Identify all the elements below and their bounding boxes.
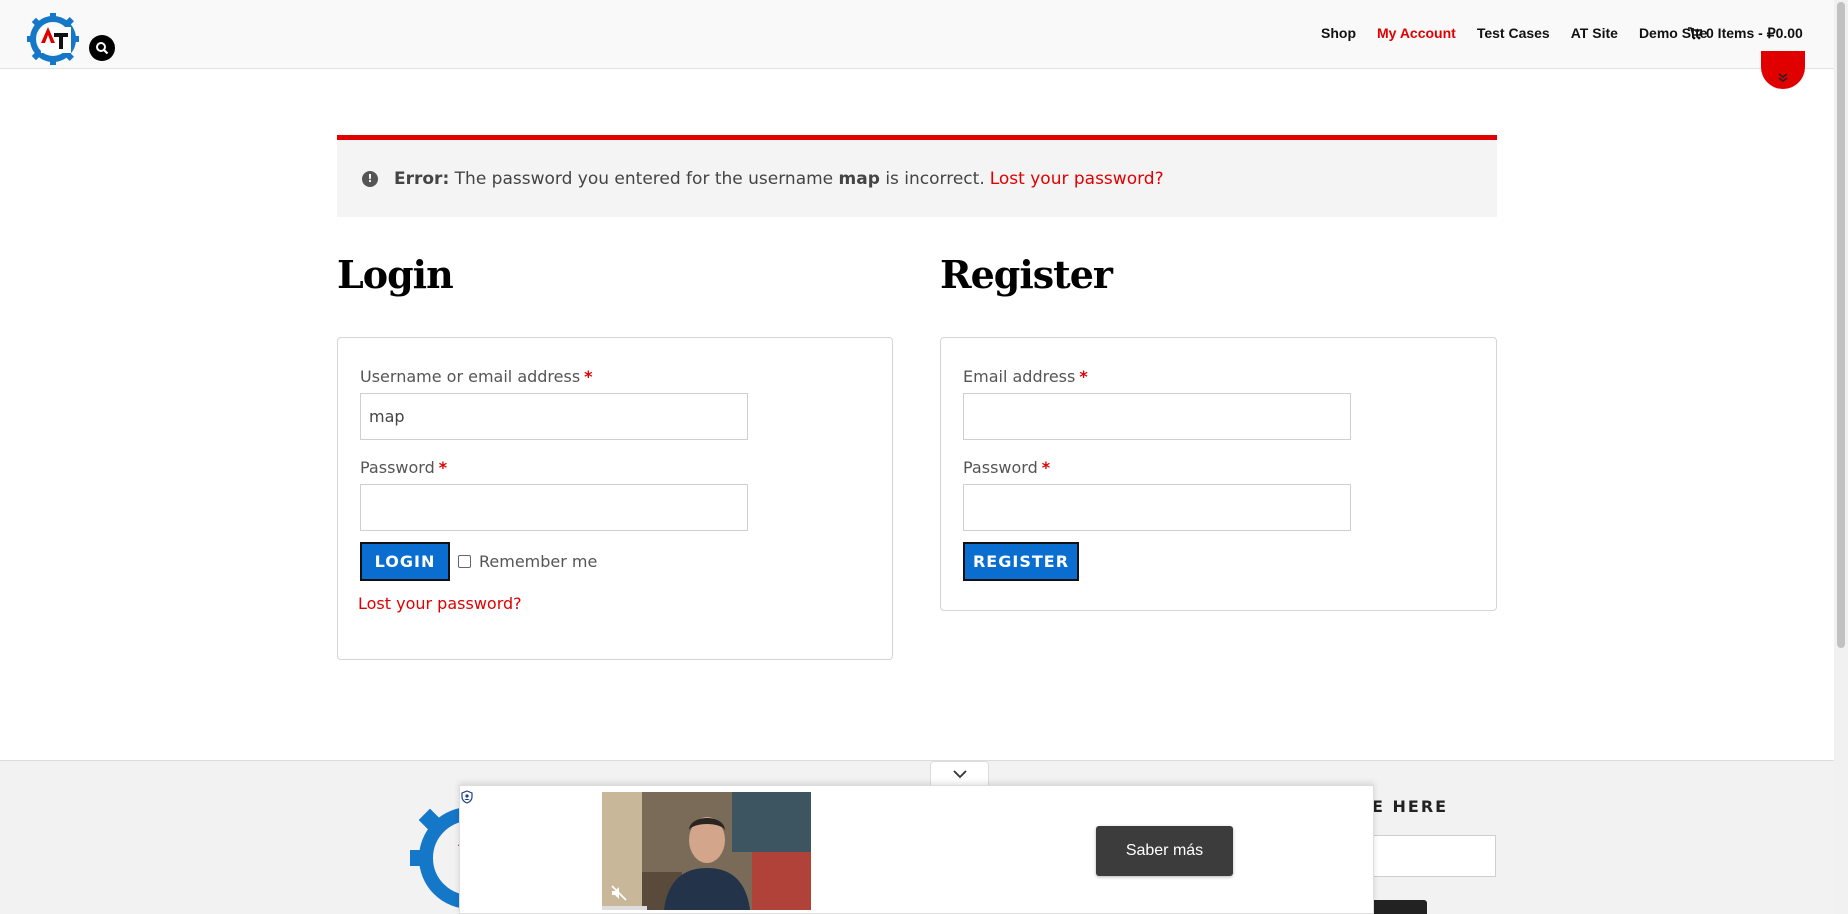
password-input[interactable]	[360, 484, 748, 531]
ad-learn-more-button[interactable]: Saber más	[1096, 826, 1233, 876]
main-nav: Shop My Account Test Cases AT Site Demo …	[1321, 25, 1707, 41]
login-button[interactable]: LOGIN	[360, 542, 450, 581]
ad-banner	[459, 785, 1374, 914]
required-mark: *	[584, 367, 593, 386]
register-email-input[interactable]	[963, 393, 1351, 440]
ad-collapse-button[interactable]	[930, 761, 989, 786]
search-icon	[96, 42, 109, 55]
username-value: map	[369, 407, 405, 426]
error-text-2: is incorrect.	[885, 168, 985, 189]
double-chevron-down-icon	[1778, 73, 1788, 82]
required-mark: *	[1041, 458, 1051, 477]
password-label-text: Password	[360, 458, 435, 477]
error-username: map	[838, 168, 880, 189]
required-mark: *	[1079, 367, 1088, 386]
footer-heading: E HERE	[1372, 797, 1449, 816]
error-lost-password-link[interactable]: Lost your password?	[990, 169, 1164, 189]
email-label: Email address *	[963, 367, 1088, 386]
nav-at-site[interactable]: AT Site	[1571, 25, 1618, 41]
error-text-1: The password you entered for the usernam…	[454, 168, 834, 189]
site-header: Shop My Account Test Cases AT Site Demo …	[0, 0, 1834, 69]
register-password-label: Password *	[963, 458, 1050, 477]
login-title: Login	[337, 252, 454, 297]
required-mark: *	[438, 458, 448, 477]
remember-me[interactable]: Remember me	[458, 552, 597, 571]
email-label-text: Email address	[963, 367, 1076, 386]
error-notice: ! Error: The password you entered for th…	[337, 135, 1497, 217]
nav-test-cases[interactable]: Test Cases	[1477, 25, 1550, 41]
error-message: Error: The password you entered for the …	[394, 169, 985, 189]
remember-me-label: Remember me	[479, 552, 598, 571]
register-password-input[interactable]	[963, 484, 1351, 531]
register-button[interactable]: REGISTER	[963, 542, 1079, 581]
muted-speaker-icon[interactable]	[610, 884, 628, 902]
register-password-label-text: Password	[963, 458, 1038, 477]
ad-choices-icon[interactable]	[460, 790, 474, 804]
register-title: Register	[940, 252, 1113, 297]
exclamation-icon: !	[362, 170, 378, 187]
footer-input[interactable]	[1370, 835, 1496, 877]
cart-link[interactable]: 0 Items - ₽0.00	[1688, 25, 1803, 42]
cart-icon	[1688, 27, 1702, 40]
nav-shop[interactable]: Shop	[1321, 25, 1356, 41]
ad-video[interactable]	[602, 792, 811, 910]
chevron-down-icon	[952, 770, 967, 779]
scrollbar-thumb[interactable]	[1837, 2, 1845, 648]
username-input[interactable]: map	[360, 393, 748, 440]
footer-button[interactable]	[1370, 900, 1427, 914]
site-logo[interactable]	[27, 13, 79, 65]
username-label-text: Username or email address	[360, 367, 581, 386]
username-label: Username or email address *	[360, 367, 593, 386]
nav-my-account[interactable]: My Account	[1377, 25, 1456, 41]
password-label: Password *	[360, 458, 447, 477]
lost-password-link[interactable]: Lost your password?	[358, 594, 522, 613]
cart-summary: 0 Items - ₽0.00	[1706, 25, 1803, 41]
page: Shop My Account Test Cases AT Site Demo …	[0, 0, 1848, 914]
remember-me-checkbox[interactable]	[458, 555, 471, 568]
page-scrollbar[interactable]	[1834, 0, 1848, 914]
search-button[interactable]	[89, 35, 115, 61]
ad-video-frame	[602, 792, 811, 910]
scroll-top-button[interactable]	[1761, 51, 1805, 89]
error-prefix: Error:	[394, 168, 450, 189]
